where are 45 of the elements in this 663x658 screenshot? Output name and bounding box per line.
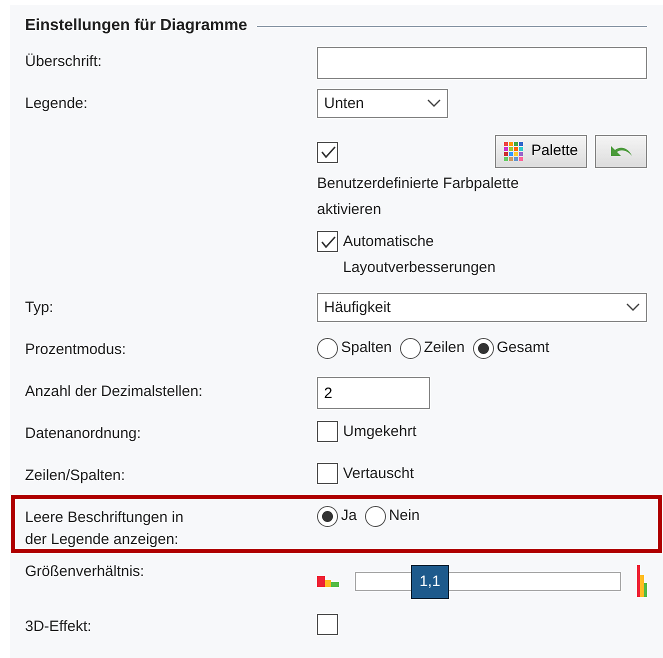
chevron-down-icon bbox=[626, 303, 640, 312]
undo-arrow-icon bbox=[608, 143, 634, 159]
checkbox[interactable] bbox=[317, 421, 338, 442]
check-icon bbox=[320, 234, 336, 248]
section-title: Einstellungen für Diagramme bbox=[25, 16, 248, 36]
checkbox[interactable] bbox=[317, 142, 338, 162]
field-label: Typ: bbox=[25, 299, 54, 316]
text-field[interactable] bbox=[317, 47, 647, 79]
radio-button[interactable] bbox=[317, 506, 338, 527]
field-label: Legende: bbox=[25, 95, 88, 112]
field-label: Größenverhältnis: bbox=[25, 563, 144, 580]
slider-thumb[interactable]: 1,1 bbox=[410, 564, 449, 598]
checkbox-label: Benutzerdefinierte Farbpalette aktivieren bbox=[317, 174, 520, 220]
palette-icon bbox=[504, 142, 524, 160]
dropdown[interactable]: Häufigkeit bbox=[317, 293, 647, 322]
checkbox[interactable] bbox=[317, 614, 338, 635]
palette-button[interactable]: Palette bbox=[495, 134, 587, 168]
field-label: Anzahl der Dezimalstellen: bbox=[25, 383, 203, 400]
tall-chart-icon bbox=[637, 565, 647, 597]
radio-label: Nein bbox=[388, 507, 420, 524]
radio-button[interactable] bbox=[472, 338, 494, 359]
dropdown[interactable]: Unten bbox=[317, 89, 448, 118]
radio-label: Ja bbox=[341, 507, 357, 524]
field-label: Zeilen/Spalten: bbox=[25, 467, 126, 484]
checkbox-label: Automatische Layoutverbesserungen bbox=[343, 232, 497, 278]
radio-label: Gesamt bbox=[496, 339, 550, 356]
number-field[interactable]: 2 bbox=[317, 377, 430, 409]
checkbox-label: Vertauscht bbox=[343, 464, 414, 484]
radio-label: Spalten bbox=[341, 339, 392, 356]
radio-button[interactable] bbox=[317, 338, 338, 359]
chevron-down-icon bbox=[427, 99, 441, 108]
radio-button[interactable] bbox=[400, 338, 421, 359]
checkbox[interactable] bbox=[317, 231, 338, 252]
field-label: Überschrift: bbox=[25, 53, 102, 70]
field-label: Prozentmodus: bbox=[25, 341, 126, 358]
checkbox-label: Umgekehrt bbox=[343, 422, 416, 442]
field-label: Datenanordnung: bbox=[25, 425, 141, 442]
field-label: Leere Beschriftungen in der Legende anzeigen: bbox=[25, 508, 184, 550]
check-icon bbox=[320, 145, 336, 159]
undo-button[interactable] bbox=[595, 134, 647, 168]
radio-label: Zeilen bbox=[424, 339, 465, 356]
small-chart-icon bbox=[317, 575, 339, 587]
checkbox[interactable] bbox=[317, 463, 338, 484]
radio-button[interactable] bbox=[364, 506, 386, 527]
field-label: 3D-Effekt: bbox=[25, 618, 92, 635]
